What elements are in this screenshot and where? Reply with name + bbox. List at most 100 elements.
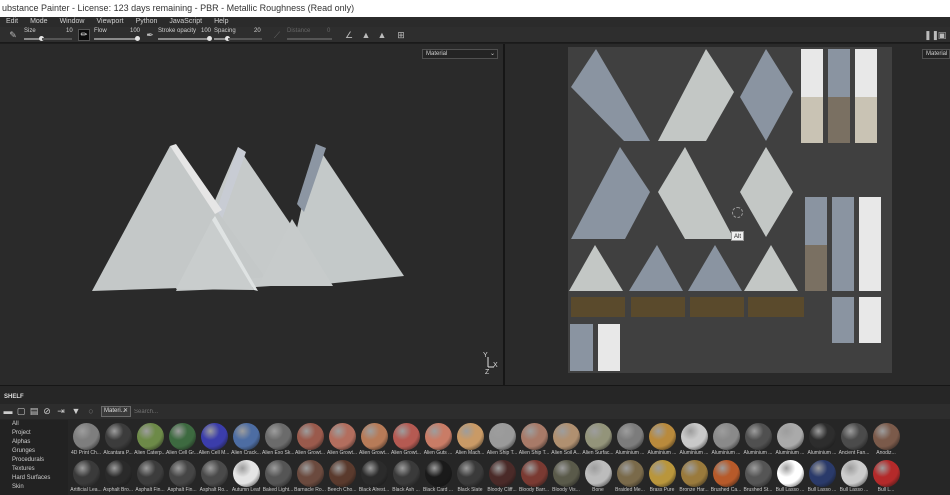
folder-icon[interactable]: ▬ — [3, 406, 13, 416]
size-slider-track[interactable] — [42, 38, 72, 40]
material-thumbnail[interactable]: Barnacle Ro... — [294, 460, 326, 494]
size-value[interactable]: 10 — [66, 28, 73, 34]
material-thumbnail[interactable]: Alien Soil A... — [550, 423, 582, 457]
spacing-slider-track[interactable] — [228, 38, 262, 40]
material-thumbnail[interactable]: Asphalt Fin... — [134, 460, 166, 494]
menu-mode[interactable]: Mode — [24, 17, 54, 27]
hide-icon[interactable]: ⊘ — [42, 406, 52, 416]
material-thumbnail[interactable]: Autumn Leaf — [230, 460, 262, 494]
distance-slider[interactable] — [287, 38, 332, 40]
menu-edit[interactable]: Edit — [0, 17, 24, 27]
material-thumbnail[interactable]: Bloody Barr... — [518, 460, 550, 494]
material-thumbnail[interactable]: Braided Me... — [614, 460, 646, 494]
material-thumbnail[interactable]: Aluminium ... — [614, 423, 646, 457]
material-thumbnail[interactable]: Alien Cell Gr... — [166, 423, 198, 457]
material-thumbnail[interactable]: Black Alrest... — [358, 460, 390, 494]
menu-javascript[interactable]: JavaScript — [163, 17, 208, 27]
shelf-category-grunges[interactable]: Grunges — [0, 447, 68, 456]
pen-pressure-icon[interactable]: ✒ — [145, 30, 155, 40]
shelf-category-procedurals[interactable]: Procedurals — [0, 456, 68, 465]
material-thumbnail[interactable]: Bull Lasso ... — [838, 460, 870, 494]
material-thumbnail[interactable]: Bull Lasso ... — [774, 460, 806, 494]
pause-icon[interactable]: ❚❚ — [924, 30, 939, 40]
spacing-slider[interactable] — [214, 36, 230, 41]
material-thumbnail[interactable]: Alien Cell M... — [198, 423, 230, 457]
shelf-category-all[interactable]: All — [0, 420, 68, 429]
material-thumbnail[interactable]: Bone — [582, 460, 614, 494]
brush-preview-icon[interactable]: ✏ — [78, 29, 90, 41]
camera-icon[interactable]: ▣ — [937, 30, 947, 40]
material-thumbnail[interactable]: Bull Lasso ... — [806, 460, 838, 494]
material-thumbnail[interactable]: Aluminium ... — [742, 423, 774, 457]
material-thumbnail[interactable]: Aluminium ... — [678, 423, 710, 457]
save-icon[interactable]: ▤ — [29, 406, 39, 416]
shelf-category-hard-surfaces[interactable]: Hard Surfaces — [0, 474, 68, 483]
lazy-mouse-icon[interactable]: ⟋ — [272, 30, 282, 40]
material-thumbnail[interactable]: Anodiz... — [870, 423, 902, 457]
material-thumbnail[interactable]: Black Card ... — [422, 460, 454, 494]
material-thumbnail[interactable]: Beech Cho... — [326, 460, 358, 494]
material-thumbnail[interactable]: Alien Mach... — [454, 423, 486, 457]
symmetry-icon[interactable]: ▲ — [361, 30, 371, 40]
material-thumbnail[interactable]: Aluminium ... — [646, 423, 678, 457]
material-thumbnail[interactable]: Alien Crack... — [230, 423, 262, 457]
distance-value[interactable]: 0 — [327, 28, 330, 34]
material-thumbnail[interactable]: Alien Ship T... — [518, 423, 550, 457]
material-thumbnail[interactable]: Artificial Lea... — [70, 460, 102, 494]
symmetry-mirror-icon[interactable]: ▲ — [377, 30, 387, 40]
material-thumbnail[interactable]: Alien Exo Sk... — [262, 423, 294, 457]
material-thumbnail[interactable]: Alien Surfac... — [582, 423, 614, 457]
stroke-opacity-value[interactable]: 100 — [201, 28, 211, 34]
close-icon[interactable]: ✕ — [123, 407, 128, 416]
material-thumbnail[interactable]: Asphalt Bro... — [102, 460, 134, 494]
shelf-search-input[interactable] — [134, 406, 334, 417]
shelf-category-textures[interactable]: Textures — [0, 465, 68, 474]
shelf-category-alphas[interactable]: Alphas — [0, 438, 68, 447]
import-icon[interactable]: ⇥ — [56, 406, 66, 416]
new-folder-icon[interactable]: ▢ — [16, 406, 26, 416]
material-thumbnail[interactable]: Aluminium ... — [774, 423, 806, 457]
material-thumbnail[interactable]: Alcantara P... — [102, 423, 134, 457]
material-thumbnail[interactable]: Ancient Fan... — [838, 423, 870, 457]
material-thumbnail[interactable]: Bloody Vis... — [550, 460, 582, 494]
material-thumbnail[interactable]: Brushed St... — [742, 460, 774, 494]
material-thumbnail[interactable]: Alien Growt... — [358, 423, 390, 457]
shelf-category-skin[interactable]: Skin — [0, 483, 68, 492]
angle-icon[interactable]: ∠ — [344, 30, 354, 40]
material-thumbnail[interactable]: Black Slate — [454, 460, 486, 494]
shelf-category-project[interactable]: Project — [0, 429, 68, 438]
filter-icon[interactable]: ▼ — [71, 406, 81, 416]
menu-window[interactable]: Window — [54, 17, 91, 27]
material-thumbnail[interactable]: Brushed Ca... — [710, 460, 742, 494]
material-thumbnail[interactable]: Bull L... — [870, 460, 902, 494]
material-thumbnail[interactable]: Alien Growt... — [326, 423, 358, 457]
material-thumbnail[interactable]: Alien Guts ... — [422, 423, 454, 457]
spacing-value[interactable]: 20 — [254, 28, 261, 34]
viewport-2d-mode-dropdown[interactable]: Material — [922, 49, 950, 59]
material-thumbnail[interactable]: Aluminium ... — [710, 423, 742, 457]
clear-icon[interactable]: ○ — [86, 406, 96, 416]
flow-value[interactable]: 100 — [130, 28, 140, 34]
stroke-opacity-slider[interactable] — [158, 36, 212, 41]
material-thumbnail[interactable]: Asphalt Fin... — [166, 460, 198, 494]
viewport-3d[interactable]: Material ⌄ Y X Z — [0, 44, 503, 385]
material-thumbnail[interactable]: Baked Light... — [262, 460, 294, 494]
material-thumbnail[interactable]: Aluminium ... — [806, 423, 838, 457]
material-thumbnail[interactable]: Bloody Cliff... — [486, 460, 518, 494]
material-thumbnail[interactable]: Black Ash ... — [390, 460, 422, 494]
menu-help[interactable]: Help — [208, 17, 234, 27]
material-thumbnail[interactable]: Asphalt Ro... — [198, 460, 230, 494]
menu-python[interactable]: Python — [130, 17, 164, 27]
size-slider[interactable] — [24, 36, 44, 41]
brush-tool-icon[interactable]: ✎ — [8, 30, 18, 40]
material-thumbnail[interactable]: Alien Growt... — [390, 423, 422, 457]
grid-icon[interactable]: ⊞ — [396, 30, 406, 40]
material-thumbnail[interactable]: 4D Print Ch... — [70, 423, 102, 457]
material-thumbnail[interactable]: Alien Growt... — [294, 423, 326, 457]
material-thumbnail[interactable]: Brass Pure — [646, 460, 678, 494]
flow-slider[interactable] — [94, 36, 140, 41]
material-thumbnail[interactable]: Alien Caterp... — [134, 423, 166, 457]
menu-viewport[interactable]: Viewport — [90, 17, 129, 27]
material-filter-chip[interactable]: Materi... ✕ — [101, 406, 131, 417]
material-thumbnail[interactable]: Alien Ship T... — [486, 423, 518, 457]
